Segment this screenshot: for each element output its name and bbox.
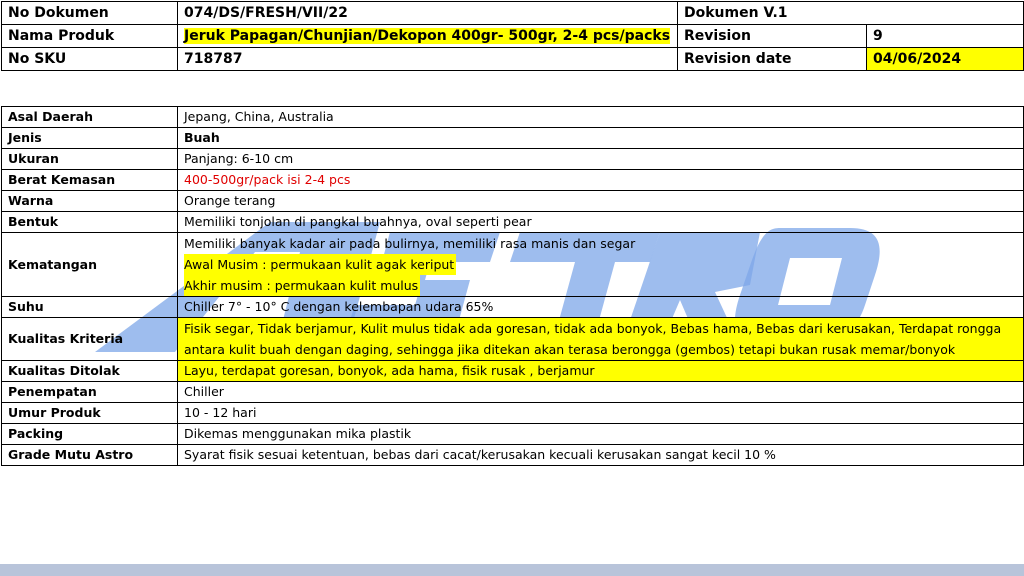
spec-row-warna: Warna Orange terang (1, 190, 1024, 212)
header-row-no-sku: No SKU 718787 Revision date 04/06/2024 (1, 47, 1024, 71)
spec-row-kematangan: Kematangan Memiliki banyak kadar air pad… (1, 232, 1024, 297)
nama-produk-label: Nama Produk (1, 24, 178, 48)
bottom-band (0, 564, 1024, 576)
spec-row-asal: Asal Daerah Jepang, China, Australia (1, 106, 1024, 128)
header-row-nama-produk: Nama Produk Jeruk Papagan/Chunjian/Dekop… (1, 24, 1024, 48)
jenis-label: Jenis (1, 127, 178, 149)
suhu-label: Suhu (1, 296, 178, 318)
spec-row-ukuran: Ukuran Panjang: 6-10 cm (1, 148, 1024, 170)
no-dokumen-label: No Dokumen (1, 1, 178, 25)
warna-label: Warna (1, 190, 178, 212)
spec-row-berat: Berat Kemasan 400-500gr/pack isi 2-4 pcs (1, 169, 1024, 191)
berat-value: 400-500gr/pack isi 2-4 pcs (177, 169, 1024, 191)
spec-row-suhu: Suhu Chiller 7° - 10° C dengan kelembapa… (1, 296, 1024, 318)
revision-label: Revision (677, 24, 867, 48)
grade-label: Grade Mutu Astro (1, 444, 178, 466)
revision-value: 9 (866, 24, 1024, 48)
bentuk-value: Memiliki tonjolan di pangkal buahnya, ov… (177, 211, 1024, 233)
warna-value: Orange terang (177, 190, 1024, 212)
asal-label: Asal Daerah (1, 106, 178, 128)
asal-value: Jepang, China, Australia (177, 106, 1024, 128)
kematangan-line-2: Awal Musim : permukaan kulit agak keripu… (184, 254, 457, 275)
spec-row-bentuk: Bentuk Memiliki tonjolan di pangkal buah… (1, 211, 1024, 233)
suhu-value: Chiller 7° - 10° C dengan kelembapan uda… (177, 296, 1024, 318)
no-sku-value: 718787 (177, 47, 678, 71)
kematangan-line-3: Akhir musim : permukaan kulit mulus (184, 275, 421, 296)
nama-produk-cell: Jeruk Papagan/Chunjian/Dekopon 400gr- 50… (177, 24, 678, 48)
penempatan-value: Chiller (177, 381, 1024, 403)
kriteria-label: Kualitas Kriteria (1, 317, 178, 361)
spec-row-umur: Umur Produk 10 - 12 hari (1, 402, 1024, 424)
umur-value: 10 - 12 hari (177, 402, 1024, 424)
spec-row-penempatan: Penempatan Chiller (1, 381, 1024, 403)
bentuk-label: Bentuk (1, 211, 178, 233)
revision-date-label: Revision date (677, 47, 867, 71)
revision-date-value: 04/06/2024 (866, 47, 1024, 71)
document-header-table: No Dokumen 074/DS/FRESH/VII/22 Dokumen V… (1, 1, 1024, 71)
jenis-value: Buah (177, 127, 1024, 149)
ditolak-value: Layu, terdapat goresan, bonyok, ada hama… (177, 360, 1024, 382)
penempatan-label: Penempatan (1, 381, 178, 403)
header-row-no-dokumen: No Dokumen 074/DS/FRESH/VII/22 Dokumen V… (1, 1, 1024, 25)
kriteria-value: Fisik segar, Tidak berjamur, Kulit mulus… (177, 317, 1024, 361)
spec-row-kriteria: Kualitas Kriteria Fisik segar, Tidak ber… (1, 317, 1024, 361)
ukuran-value: Panjang: 6-10 cm (177, 148, 1024, 170)
umur-label: Umur Produk (1, 402, 178, 424)
grade-value: Syarat fisik sesuai ketentuan, bebas dar… (177, 444, 1024, 466)
dokumen-version: Dokumen V.1 (677, 1, 1024, 25)
no-sku-label: No SKU (1, 47, 178, 71)
packing-value: Dikemas menggunakan mika plastik (177, 423, 1024, 445)
nama-produk-value: Jeruk Papagan/Chunjian/Dekopon 400gr- 50… (184, 28, 671, 44)
no-dokumen-value: 074/DS/FRESH/VII/22 (177, 1, 678, 25)
kematangan-label: Kematangan (1, 232, 178, 297)
ukuran-label: Ukuran (1, 148, 178, 170)
spec-row-packing: Packing Dikemas menggunakan mika plastik (1, 423, 1024, 445)
berat-label: Berat Kemasan (1, 169, 178, 191)
spec-row-ditolak: Kualitas Ditolak Layu, terdapat goresan,… (1, 360, 1024, 382)
product-spec-table: Asal Daerah Jepang, China, Australia Jen… (1, 106, 1024, 466)
kematangan-line-1: Memiliki banyak kadar air pada bulirnya,… (184, 236, 636, 251)
spec-row-jenis: Jenis Buah (1, 127, 1024, 149)
ditolak-label: Kualitas Ditolak (1, 360, 178, 382)
spec-row-grade: Grade Mutu Astro Syarat fisik sesuai ket… (1, 444, 1024, 466)
packing-label: Packing (1, 423, 178, 445)
kematangan-cell: Memiliki banyak kadar air pada bulirnya,… (177, 232, 1024, 297)
